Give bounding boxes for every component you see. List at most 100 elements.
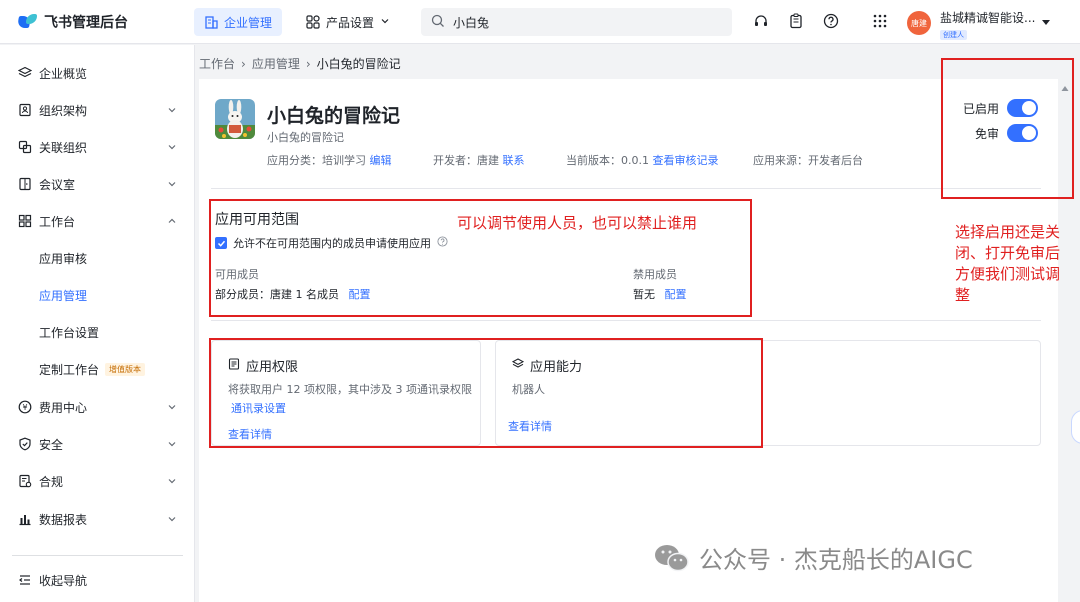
sidebar-item-billing[interactable]: ¥ 费用中心 <box>0 389 195 425</box>
app-version-label: 当前版本：0.0.1 <box>566 154 649 167</box>
sidebar-item-workbench[interactable]: 工作台 <box>0 203 195 239</box>
role-badge: 创建人 <box>940 30 967 40</box>
app-category-label: 应用分类：培训学习 <box>267 154 366 167</box>
app-icon <box>215 99 255 139</box>
breadcrumb-separator-icon: › <box>241 56 246 71</box>
annotation-box-cards <box>209 338 763 448</box>
app-developer: 开发者：唐建 联系 <box>433 152 525 168</box>
sidebar: 企业概览 组织架构 关联组织 会议室 工作台 应用审核 应用管理 工作台设置 定… <box>0 45 195 602</box>
annotation-line: 闭、打开免审后 <box>955 244 1061 262</box>
chevron-up-icon <box>167 215 177 229</box>
chevron-down-icon <box>167 104 177 118</box>
search-icon <box>431 14 445 31</box>
headset-icon[interactable] <box>752 12 770 30</box>
meeting-room-icon <box>18 177 32 191</box>
app-subtitle: 小白兔的冒险记 <box>267 131 344 144</box>
feishu-logo-icon <box>16 13 38 31</box>
shield-icon <box>18 437 32 451</box>
chevron-down-icon <box>167 513 177 527</box>
sidebar-item-security[interactable]: 安全 <box>0 426 195 462</box>
breadcrumb-app-management[interactable]: 应用管理 <box>252 55 300 72</box>
breadcrumb-current: 小白兔的冒险记 <box>316 57 401 71</box>
sidebar-item-label: 关联组织 <box>39 140 88 155</box>
search-input[interactable] <box>453 15 713 29</box>
help-icon[interactable] <box>822 12 840 30</box>
app-source: 应用来源：开发者后台 <box>753 154 863 167</box>
sidebar-item-label: 工作台 <box>39 214 76 229</box>
compliance-icon <box>18 474 32 488</box>
watermark-text: 公众号 · 杰克船长的AIGC <box>699 546 973 574</box>
collapse-nav-button[interactable]: 收起导航 <box>0 562 195 598</box>
svg-text:¥: ¥ <box>22 403 27 412</box>
grid-icon <box>18 214 32 228</box>
org-icon <box>18 103 32 117</box>
wechat-icon <box>653 543 691 573</box>
sidebar-sub-workbench-settings[interactable]: 工作台设置 <box>0 314 195 350</box>
chevron-down-icon <box>167 438 177 452</box>
sidebar-item-org[interactable]: 组织架构 <box>0 92 195 128</box>
app-title: 小白兔的冒险记 <box>267 105 401 127</box>
chart-icon <box>18 512 32 526</box>
chevron-down-icon <box>167 401 177 415</box>
app-developer-label: 开发者：唐建 <box>433 154 499 167</box>
clipboard-icon[interactable] <box>787 12 805 30</box>
sidebar-item-linked-org[interactable]: 关联组织 <box>0 129 195 165</box>
apps-settings-icon <box>306 15 320 29</box>
sidebar-item-label: 会议室 <box>39 177 76 192</box>
top-bar: 飞书管理后台 企业管理 产品设置 唐建 盐城精诚智能设... 创建人 <box>0 0 1080 44</box>
chevron-down-icon <box>380 15 390 29</box>
annotation-line: 整 <box>955 286 971 304</box>
nav-enterprise-management[interactable]: 企业管理 <box>194 8 283 36</box>
sidebar-item-label: 企业概览 <box>39 66 88 81</box>
sidebar-sub-app-management[interactable]: 应用管理 <box>0 277 195 313</box>
divider <box>211 188 1041 189</box>
sidebar-item-meeting-room[interactable]: 会议室 <box>0 166 195 202</box>
sidebar-item-compliance[interactable]: 合规 <box>0 463 195 499</box>
company-switcher[interactable]: 盐城精诚智能设... 创建人 <box>940 9 1035 40</box>
sidebar-divider <box>12 555 183 556</box>
coin-icon: ¥ <box>18 400 32 414</box>
layers-icon <box>18 66 32 80</box>
annotation-line: 选择启用还是关 <box>955 223 1061 241</box>
app-grid-icon[interactable] <box>871 12 889 30</box>
caret-down-icon[interactable] <box>1041 16 1051 30</box>
review-record-link[interactable]: 查看审核记录 <box>653 154 719 167</box>
floating-assistant-button[interactable] <box>1071 410 1080 444</box>
sidebar-sub-app-review[interactable]: 应用审核 <box>0 240 195 276</box>
contact-developer-link[interactable]: 联系 <box>503 154 525 167</box>
sidebar-sub-label: 定制工作台 <box>39 362 100 377</box>
sidebar-sub-custom-workbench[interactable]: 定制工作台 增值版本 <box>0 351 195 387</box>
value-added-badge: 增值版本 <box>105 362 146 376</box>
link-org-icon <box>18 140 32 154</box>
sidebar-item-label: 组织架构 <box>39 103 88 118</box>
nav-enterprise-label: 企业管理 <box>224 15 273 30</box>
collapse-nav-label: 收起导航 <box>39 573 88 588</box>
annotation-box-toggles <box>941 58 1074 199</box>
breadcrumb-workbench[interactable]: 工作台 <box>199 55 235 72</box>
avatar[interactable]: 唐建 <box>907 11 931 35</box>
chevron-down-icon <box>167 141 177 155</box>
company-name: 盐城精诚智能设... <box>940 11 1036 25</box>
nav-product-settings[interactable]: 产品设置 <box>296 8 400 36</box>
nav-product-label: 产品设置 <box>326 15 375 30</box>
app-version: 当前版本：0.0.1 查看审核记录 <box>566 152 719 168</box>
watermark: 公众号 · 杰克船长的AIGC <box>653 540 973 575</box>
sidebar-item-label: 费用中心 <box>39 400 88 415</box>
search-box[interactable] <box>421 8 732 36</box>
logo-text: 飞书管理后台 <box>44 15 128 31</box>
sidebar-item-reports[interactable]: 数据报表 <box>0 501 195 537</box>
building-icon <box>204 15 218 29</box>
sidebar-item-label: 安全 <box>39 437 64 452</box>
divider <box>211 320 1041 321</box>
annotation-scope-note: 可以调节使用人员，也可以禁止谁用 <box>457 214 698 232</box>
collapse-icon <box>18 573 32 587</box>
edit-category-link[interactable]: 编辑 <box>370 154 392 167</box>
logo[interactable]: 飞书管理后台 <box>16 12 128 32</box>
annotation-toggle-note: 选择启用还是关 闭、打开免审后 方便我们测试调 整 <box>955 222 1060 306</box>
chevron-down-icon <box>167 178 177 192</box>
sidebar-item-label: 数据报表 <box>39 512 88 527</box>
breadcrumb: 工作台 › 应用管理 › 小白兔的冒险记 <box>199 55 401 72</box>
app-category: 应用分类：培训学习 编辑 <box>267 152 392 168</box>
sidebar-item-label: 合规 <box>39 474 64 489</box>
sidebar-item-overview[interactable]: 企业概览 <box>0 55 195 91</box>
